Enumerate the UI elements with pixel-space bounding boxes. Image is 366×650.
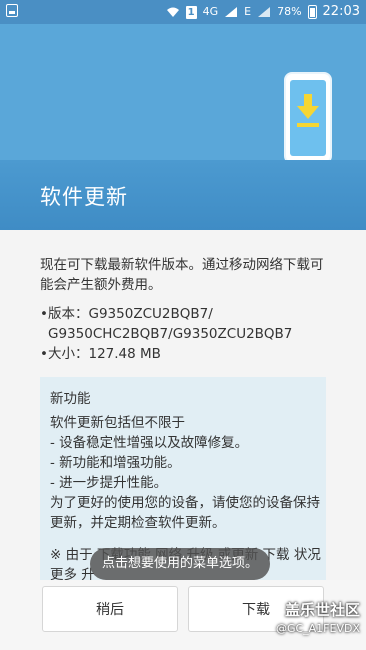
size-label: 大小： [48,346,89,362]
size-value: 127.48 MB [88,346,161,362]
feature-line: - 设备稳定性增强以及故障修复。 [50,435,249,451]
version-row: • 版本： G9350ZCU2BQB7/ [40,304,340,324]
feature-line: - 进一步提升性能。 [50,475,168,491]
network-type: 4G [202,5,219,18]
sim-icon: 1 [185,5,197,19]
download-base [297,123,319,127]
signal-icon [225,7,238,17]
network-indicator: E [244,5,252,18]
battery-icon [307,5,317,19]
feature-line: 为了更好的使用您的设备，请使您的设备保持更新，并定期检查软件更新。 [50,495,320,531]
phone-download-icon [284,72,332,164]
later-button[interactable]: 稍后 [42,586,178,632]
version-label: 版本： [48,306,89,322]
phone-screen [290,80,326,156]
new-features-body: 软件更新包括但不限于 - 设备稳定性增强以及故障修复。 - 新功能和增强功能。 … [50,413,320,533]
download-arrow-icon [297,106,319,119]
watermark-title: 盖乐世社区 [284,601,360,619]
title-bar: 软件更新 [0,160,366,230]
status-left [6,4,18,20]
main-content[interactable]: 现在可下载最新软件版本。通过移动网络下载可能会产生额外费用。 • 版本： G93… [0,230,366,607]
size-row: • 大小： 127.48 MB [40,344,340,364]
header-banner [0,24,366,164]
new-features-title: 新功能 [50,391,91,407]
signal-icon-2 [258,7,271,17]
version-value-2: G9350CHC2BQB7/G9350ZCU2BQB7 [48,326,293,342]
notification-icon [6,4,18,17]
intro-text: 现在可下载最新软件版本。通过移动网络下载可能会产生额外费用。 [40,257,324,293]
feature-line: - 新功能和增强功能。 [50,455,181,471]
status-bar: 1 4G E 78% 22:03 [0,0,366,24]
bullet: • [40,306,48,322]
clock: 22:03 [322,4,360,19]
watermark-handle: @GC_A1FEVDX [275,622,360,635]
toast-message: 点击想要使用的菜单选项。 [90,548,270,580]
update-info: • 版本： G9350ZCU2BQB7/ G9350CHC2BQB7/G9350… [40,304,340,364]
bullet: • [40,346,48,362]
wifi-icon [166,7,179,17]
page-title: 软件更新 [40,185,128,209]
status-right: 1 4G E 78% 22:03 [166,4,360,20]
version-value-1: G9350ZCU2BQB7/ [88,306,213,322]
feature-line: 软件更新包括但不限于 [50,415,185,431]
watermark: 盖乐世社区 @GC_A1FEVDX [262,599,366,635]
battery-percent: 78% [277,5,302,18]
